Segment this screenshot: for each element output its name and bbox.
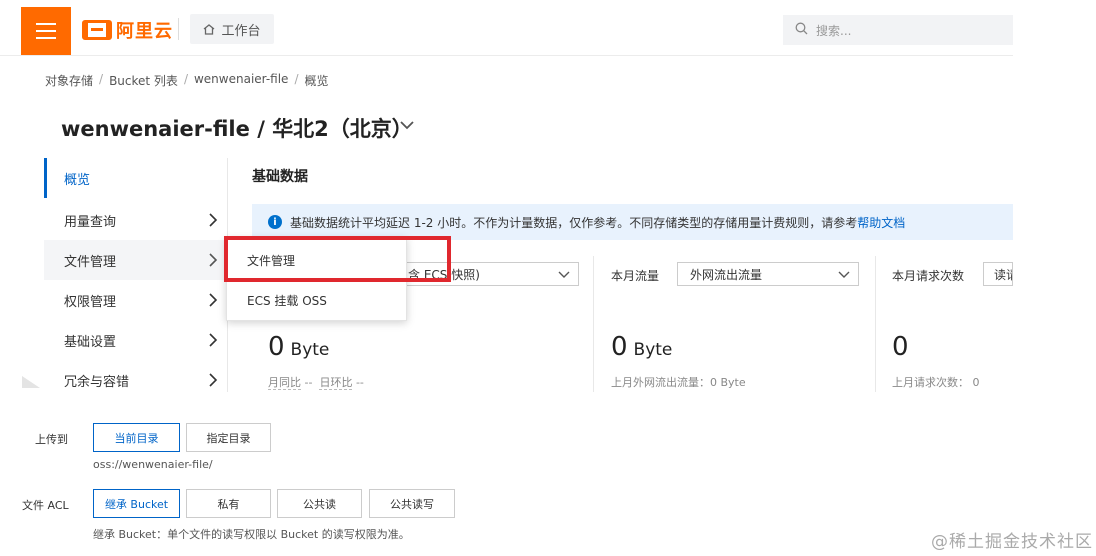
storage-value: 0 Byte	[268, 332, 329, 362]
requests-last-month: 上月请求次数： 0	[892, 376, 980, 389]
sidebar-item-redundancy[interactable]: 冗余与容错	[44, 360, 228, 400]
sidebar-item-label: 冗余与容错	[64, 374, 130, 390]
bucket-region: 华北2（北京）	[272, 117, 413, 141]
sidebar-item-label: 文件管理	[64, 254, 117, 270]
column-divider	[875, 256, 876, 392]
upload-specified-dir-button[interactable]: 指定目录	[186, 423, 271, 452]
watermark: @稀土掘金技术社区	[931, 532, 1093, 552]
upload-to-label: 上传到	[35, 433, 68, 446]
hamburger-menu-button[interactable]	[21, 7, 71, 55]
help-doc-link[interactable]: 帮助文档	[857, 216, 905, 230]
sidebar-item-label: 概览	[64, 172, 91, 188]
title-separator: /	[249, 117, 273, 141]
sidebar-item-overview[interactable]: 概览	[44, 158, 228, 198]
select-value: 读请	[994, 267, 1012, 282]
button-label: 指定目录	[206, 431, 251, 445]
scroll-indicator-icon	[22, 376, 40, 388]
menu-bar-icon	[36, 23, 56, 25]
mom-label: 月同比	[268, 376, 301, 390]
breadcrumb-item[interactable]: 对象存储	[45, 72, 93, 89]
requests-label: 本月请求次数	[892, 269, 965, 283]
chevron-right-icon	[209, 373, 218, 387]
sidebar-item-label: 权限管理	[64, 294, 117, 310]
acl-label: 文件 ACL	[22, 499, 69, 512]
bucket-name: wenwenaier-file	[61, 117, 250, 141]
info-icon: i	[268, 215, 282, 229]
traffic-label: 本月流量	[611, 269, 660, 283]
traffic-number: 0	[611, 332, 628, 362]
requests-value: 0	[892, 332, 909, 362]
home-icon	[203, 23, 215, 35]
breadcrumb: 对象存储 / Bucket 列表 / wenwenaier-file / 概览	[45, 72, 329, 89]
requests-number: 0	[892, 332, 909, 362]
sidebar-item-label: 基础设置	[64, 334, 117, 350]
button-label: 公共读写	[390, 497, 434, 511]
traffic-value: 0 Byte	[611, 332, 672, 362]
breadcrumb-separator: /	[99, 72, 104, 86]
mom-value: --	[304, 376, 313, 389]
upload-current-dir-button[interactable]: 当前目录	[93, 423, 180, 452]
storage-number: 0	[268, 332, 285, 362]
chevron-down-icon[interactable]	[400, 118, 414, 132]
acl-private-button[interactable]: 私有	[186, 489, 271, 518]
chevron-right-icon	[209, 213, 218, 227]
logo-text: 阿里云	[116, 21, 173, 42]
dod-value: --	[355, 376, 364, 389]
aliyun-logo[interactable]: 阿里云	[82, 17, 173, 43]
submenu-item-label: ECS 挂载 OSS	[247, 293, 327, 308]
traffic-last-month: 上月外网流出流量：0 Byte	[611, 376, 746, 389]
sidebar-item-usage-query[interactable]: 用量查询	[44, 200, 228, 240]
aliyun-logo-icon	[82, 20, 112, 40]
breadcrumb-item[interactable]: Bucket 列表	[109, 72, 178, 89]
submenu-item-ecs-mount-oss[interactable]: ECS 挂载 OSS	[227, 280, 406, 320]
upload-path: oss://wenwenaier-file/	[93, 458, 213, 471]
divider	[178, 18, 179, 40]
top-bar: 阿里云 工作台 搜索...	[0, 0, 1013, 56]
info-text: 基础数据统计平均延迟 1-2 小时。不作为计量数据，仅作参考。不同存储类型的存储…	[290, 215, 858, 230]
button-label: 私有	[217, 497, 240, 511]
breadcrumb-item-current: 概览	[304, 74, 329, 88]
chevron-down-icon	[838, 271, 850, 278]
breadcrumb-item[interactable]: wenwenaier-file	[194, 72, 288, 89]
info-notice: i 基础数据统计平均延迟 1-2 小时。不作为计量数据，仅作参考。不同存储类型的…	[252, 204, 1013, 240]
column-divider	[593, 256, 594, 392]
sidebar-item-file-management[interactable]: 文件管理	[44, 240, 228, 280]
traffic-unit: Byte	[633, 340, 673, 360]
acl-public-read-write-button[interactable]: 公共读写	[369, 489, 455, 518]
sidebar-item-permission-management[interactable]: 权限管理	[44, 280, 228, 320]
button-label: 当前目录	[114, 431, 159, 445]
button-label: 继承 Bucket	[104, 497, 169, 511]
acl-public-read-button[interactable]: 公共读	[277, 489, 362, 518]
acl-hint: 继承 Bucket：单个文件的读写权限以 Bucket 的读写权限为准。	[93, 528, 410, 541]
search-input[interactable]: 搜索...	[783, 15, 1013, 45]
sidebar-item-basic-settings[interactable]: 基础设置	[44, 320, 228, 360]
breadcrumb-separator: /	[294, 72, 299, 86]
workbench-label: 工作台	[221, 23, 261, 39]
button-label: 公共读	[303, 497, 336, 511]
request-type-select[interactable]: 读请	[983, 262, 1013, 286]
search-icon	[795, 22, 808, 38]
breadcrumb-separator: /	[183, 72, 188, 86]
storage-unit: Byte	[290, 340, 330, 360]
chevron-right-icon	[209, 293, 218, 307]
section-title: 基础数据	[252, 169, 308, 185]
sidebar-item-label: 用量查询	[64, 214, 117, 230]
red-highlight-box	[224, 236, 451, 282]
search-placeholder: 搜索...	[816, 23, 852, 38]
chevron-down-icon	[558, 271, 570, 278]
page-title: wenwenaier-file / 华北2（北京）	[61, 113, 413, 143]
chevron-right-icon	[209, 333, 218, 347]
chevron-right-icon	[209, 253, 218, 267]
dod-label: 日环比	[319, 376, 353, 390]
workbench-button[interactable]: 工作台	[190, 14, 274, 44]
menu-bar-icon	[36, 37, 56, 39]
select-value: 外网流出流量	[690, 267, 763, 282]
side-nav: 概览 用量查询 文件管理 权限管理 基础设置 冗余与容错	[44, 158, 228, 392]
acl-inherit-bucket-button[interactable]: 继承 Bucket	[93, 489, 180, 518]
storage-comparison: 月同比 -- 日环比 --	[268, 374, 364, 390]
menu-bar-icon	[36, 30, 56, 32]
traffic-type-select[interactable]: 外网流出流量	[677, 262, 859, 286]
